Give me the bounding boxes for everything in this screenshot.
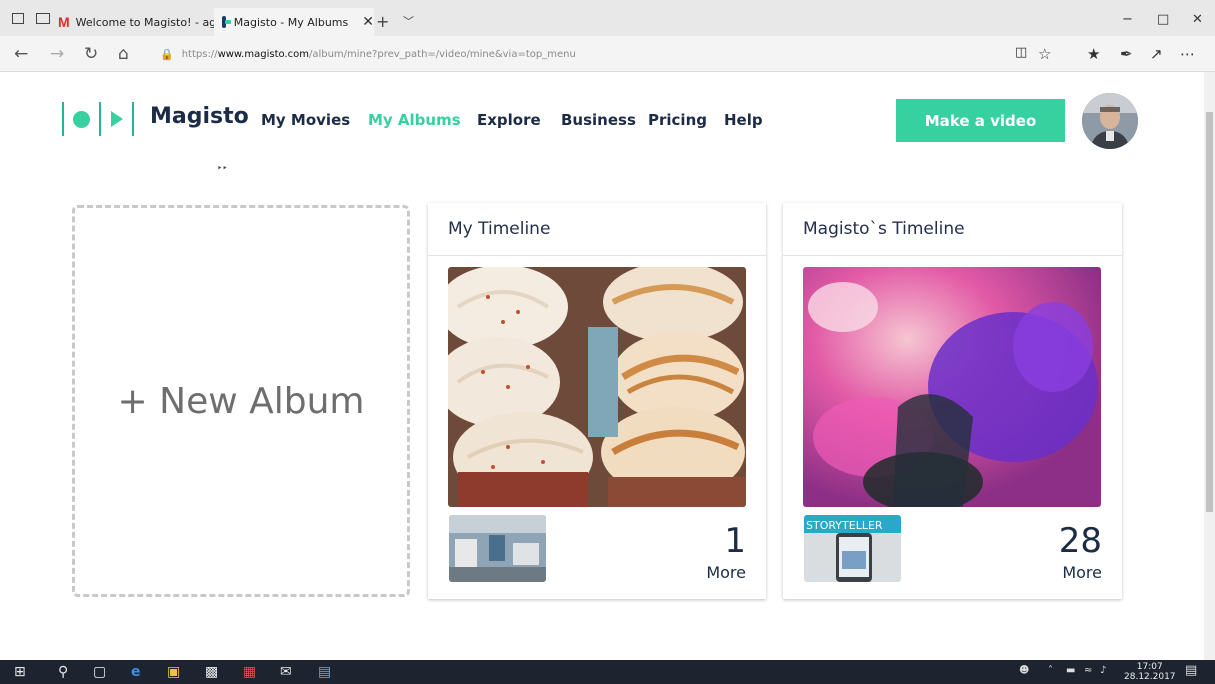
album-card-my-timeline[interactable]: My Timeline 1 More [428, 203, 766, 599]
clock-time: 17:07 [1136, 662, 1163, 672]
brand-name[interactable]: Magisto [150, 104, 249, 129]
album-video-count: 1 [724, 521, 746, 561]
tray-chevron-up-icon[interactable]: ˄ [1048, 665, 1053, 676]
logo-dot [73, 110, 90, 128]
new-album-button[interactable]: + New Album [72, 205, 410, 597]
logo-bar [62, 102, 64, 136]
tab-preview-icon[interactable] [12, 13, 24, 24]
store-icon[interactable]: ▩ [205, 663, 218, 681]
volume-icon[interactable]: ♪ [1100, 665, 1106, 676]
windows-start-icon[interactable]: ⊞ [14, 663, 26, 681]
nav-my-movies[interactable]: My Movies [261, 111, 350, 129]
album-video-count: 28 [1058, 521, 1102, 561]
more-menu-icon[interactable]: ⋯ [1180, 45, 1195, 63]
address-bar-row: ← → ↻ ⌂ 🔒 https://www.magisto.com/album/… [0, 36, 1215, 72]
album-thumbnail[interactable]: STORYTELLER [804, 515, 901, 582]
wifi-icon[interactable]: ≈ [1084, 665, 1092, 676]
new-tab-button[interactable]: + [376, 12, 389, 31]
nav-business[interactable]: Business [561, 111, 636, 129]
album-card-magisto-timeline[interactable]: Magisto`s Timeline STORYTELLER 28 More [783, 203, 1122, 599]
task-view-icon[interactable]: ▢ [93, 663, 106, 681]
logo-play-icon [111, 111, 123, 127]
lock-icon: 🔒 [160, 47, 174, 61]
reading-view-icon[interactable]: ◫ [1015, 45, 1027, 60]
people-icon[interactable]: ☻ [1019, 665, 1029, 676]
refresh-icon[interactable]: ↻ [84, 45, 98, 63]
card-divider [783, 255, 1122, 256]
logo-bar [99, 102, 101, 136]
album-more-link[interactable]: More [706, 563, 746, 582]
magisto-logo[interactable] [62, 100, 134, 138]
notifications-icon[interactable]: ▤ [1185, 663, 1197, 678]
album-title[interactable]: My Timeline [448, 219, 550, 239]
album-title[interactable]: Magisto`s Timeline [803, 219, 965, 239]
url-path: /album/mine?prev_path=/video/mine&via=to… [308, 48, 576, 60]
search-icon[interactable]: ⚲ [58, 663, 68, 681]
tab-gmail[interactable]: M Welcome to Magisto! - agai [58, 8, 226, 36]
logo-bar [132, 102, 134, 136]
tab-magisto[interactable]: Magisto - My Albums ✕ [214, 8, 374, 36]
make-a-video-button[interactable]: Make a video [896, 99, 1065, 142]
avatar[interactable] [1082, 93, 1138, 149]
album-cover-image[interactable] [803, 267, 1101, 507]
page-scrollbar[interactable] [1204, 72, 1215, 660]
window-close-button[interactable]: ✕ [1192, 12, 1203, 27]
share-icon[interactable]: ↗ [1150, 45, 1163, 63]
taskbar-clock[interactable]: 17:07 28.12.2017 [1124, 662, 1176, 682]
tab-close-button[interactable]: ✕ [362, 14, 374, 30]
web-note-pen-icon[interactable]: ✒ [1120, 45, 1133, 63]
favorite-star-icon[interactable]: ☆ [1038, 45, 1051, 63]
magisto-favicon [222, 16, 231, 28]
set-tabs-aside-icon[interactable] [36, 13, 50, 24]
new-album-label: + New Album [117, 380, 365, 422]
nav-my-albums[interactable]: My Albums [368, 111, 461, 129]
windows-taskbar: ⊞ ⚲ ▢ e ▣ ▩ ▦ ✉ ▤ ☻ ˄ ▬ ≈ ♪ 17:07 28.12.… [0, 660, 1215, 684]
url-scheme: https:// [181, 48, 218, 60]
url-field[interactable]: 🔒 https://www.magisto.com/album/mine?pre… [160, 42, 1070, 66]
clock-date: 28.12.2017 [1124, 672, 1176, 682]
back-arrow-icon[interactable]: ← [14, 45, 28, 63]
nav-help[interactable]: Help [724, 111, 763, 129]
nav-pricing[interactable]: Pricing [648, 111, 707, 129]
album-more-link[interactable]: More [1062, 563, 1102, 582]
home-icon[interactable]: ⌂ [118, 45, 129, 63]
scrollbar-thumb[interactable] [1206, 112, 1213, 512]
battery-icon[interactable]: ▬ [1066, 665, 1075, 676]
maximize-button[interactable]: □ [1157, 12, 1169, 27]
browser-tab-bar: M Welcome to Magisto! - agai Magisto - M… [0, 0, 1215, 36]
tab-title: Welcome to Magisto! - agai [75, 15, 226, 29]
nav-explore[interactable]: Explore [477, 111, 541, 129]
thumb-storyteller-text: STORYTELLER [806, 519, 883, 532]
favorites-hub-icon[interactable]: ★ [1087, 45, 1100, 63]
gift-app-icon[interactable]: ▦ [243, 663, 256, 681]
file-explorer-icon[interactable]: ▣ [167, 663, 180, 681]
mail-icon[interactable]: ✉ [280, 663, 292, 681]
forward-arrow-icon[interactable]: → [50, 45, 64, 63]
tab-list-chevron-icon[interactable]: ﹀ [403, 13, 414, 29]
edge-browser-icon[interactable]: e [131, 663, 141, 681]
tab-title: Magisto - My Albums [233, 15, 349, 29]
card-divider [428, 255, 766, 256]
album-thumbnail[interactable] [449, 515, 546, 582]
gmail-icon: M [58, 14, 70, 30]
minimize-button[interactable]: − [1122, 12, 1133, 27]
app-icon[interactable]: ▤ [318, 663, 331, 681]
album-cover-image[interactable] [448, 267, 746, 507]
avatar-photo [1082, 93, 1138, 149]
url-host: www.magisto.com [217, 48, 309, 60]
chevron-icon: ‣‣ [217, 164, 228, 174]
